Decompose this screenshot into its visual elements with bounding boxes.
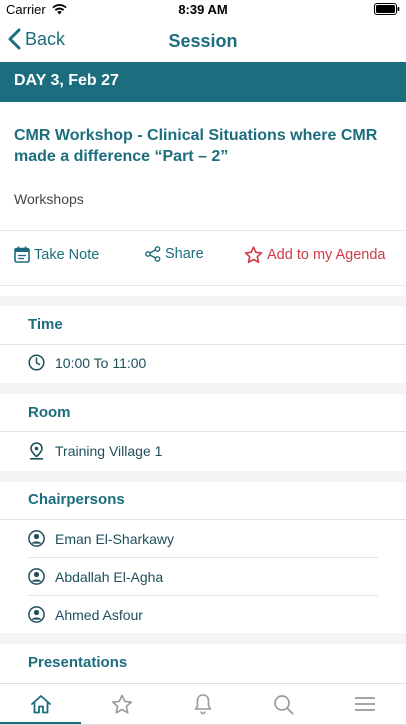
room-row[interactable]: Training Village 1 [28,442,162,460]
section-spacer [0,383,406,394]
star-outline-icon [244,246,263,264]
page-title: Session [168,31,238,51]
chairperson-item[interactable]: Ahmed Asfour [28,606,143,623]
tab-bar [0,683,406,725]
day-header: DAY 3, Feb 27 [0,62,406,102]
time-row: 10:00 To 11:00 [28,354,146,371]
divider [0,230,406,231]
tab-search[interactable] [243,684,324,724]
share-button[interactable]: Share [145,246,204,262]
divider [0,519,406,520]
chairperson-item[interactable]: Abdallah El-Agha [28,568,163,585]
section-spacer [0,633,406,644]
status-time: 8:39 AM [178,2,228,17]
add-to-agenda-label: Add to my Agenda [267,247,386,263]
share-icon [145,246,161,262]
room-value: Training Village 1 [55,443,163,459]
bell-icon [194,694,211,715]
time-section-heading: Time [28,316,63,333]
chairperson-item[interactable]: Eman El-Sharkawy [28,530,174,547]
divider [28,595,378,596]
chairperson-name: Abdallah El-Agha [55,568,164,585]
person-icon [28,530,45,547]
add-to-agenda-button[interactable]: Add to my Agenda [244,246,386,264]
status-bar: Carrier 8:39 AM [0,0,406,20]
section-spacer [0,471,406,482]
home-icon [30,695,51,714]
divider [28,557,378,558]
location-pin-icon [30,442,43,460]
chairpersons-section-heading: Chairpersons [28,491,125,508]
take-note-button[interactable]: Take Note [14,246,99,263]
chairperson-name: Eman El-Sharkawy [55,530,175,547]
person-icon [28,606,45,623]
presentations-section-heading: Presentations [28,654,128,671]
room-section-heading: Room [28,404,71,421]
tab-favorites[interactable] [81,684,162,724]
take-note-label: Take Note [34,246,100,263]
person-icon [28,568,45,585]
session-category: Workshops [14,191,84,207]
star-icon [111,694,132,714]
share-label: Share [165,246,204,262]
tab-home[interactable] [0,684,81,724]
navigation-bar: Back Session [0,20,406,62]
battery-icon [374,3,400,15]
session-title: CMR Workshop - Clinical Situations where… [14,127,378,165]
divider [0,431,406,432]
divider [0,344,406,345]
tab-menu[interactable] [324,684,405,724]
action-bar: Take Note Share Add to my Agenda [0,244,406,272]
time-value: 10:00 To 11:00 [55,354,147,371]
search-icon [274,694,294,714]
tab-notifications[interactable] [162,684,243,724]
divider [0,285,406,286]
calendar-note-icon [14,246,30,263]
menu-icon [354,697,375,711]
clock-icon [28,354,45,371]
section-spacer [0,296,406,306]
chairperson-name: Ahmed Asfour [55,606,143,623]
